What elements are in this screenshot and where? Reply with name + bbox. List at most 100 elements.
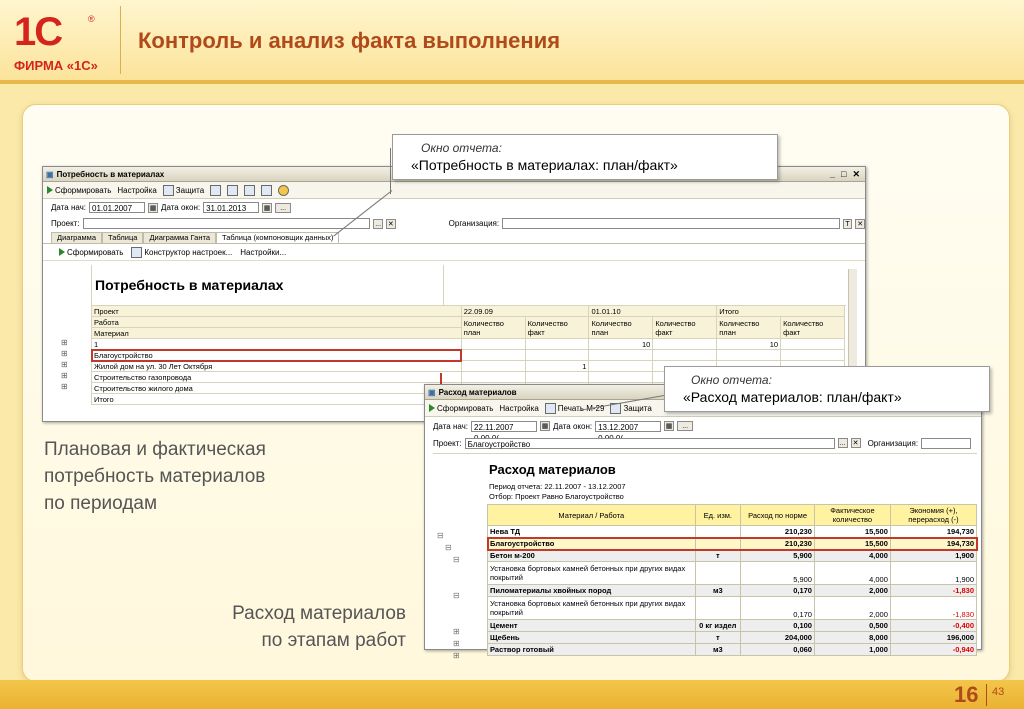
header-project: Проект [91,305,462,317]
protection-icon [162,184,174,196]
table-row-highlighted[interactable]: Благоустройство 210,230 15,500 194,730 [486,536,978,551]
project-field[interactable]: Благоустройство [464,437,835,449]
collapse-icon[interactable]: ⊟ [437,590,460,602]
maximize-icon[interactable]: □ [841,169,846,180]
window-toolbar: Сформировать Настройка Защита [43,182,865,199]
tab-gantt[interactable]: Диаграмма Ганта [143,232,216,243]
expand-icon[interactable]: ⊞ [61,337,68,348]
date-end-field[interactable]: 31.01.2013 [203,202,260,213]
collapse-icon[interactable]: ⊟ [437,530,460,542]
expand-icon[interactable]: ⊞ [61,348,68,359]
table-row[interactable]: Установка бортовых камней бетонных при д… [487,596,978,620]
sub-toolbar: Сформировать Конструктор настроек... Нас… [43,243,865,261]
calendar-icon[interactable]: ▦ [148,202,159,213]
clear-icon[interactable]: ✕ [850,438,861,448]
page-total: 43 [992,686,1005,698]
calendar-icon[interactable]: ▦ [262,202,273,213]
help-icon[interactable] [278,184,290,196]
project-field[interactable] [82,218,371,229]
close-icon[interactable]: ✕ [852,169,860,180]
export-icon[interactable] [261,184,273,196]
select-button[interactable]: ... [837,438,848,448]
expand-icon[interactable]: ⊞ [437,626,460,638]
report-title: Расход материалов [489,462,616,477]
table-row[interactable]: Цемент 0 кг издел 0,100 0,500 -0,400 [487,619,978,632]
row-norm: 5,900 [740,549,815,562]
tab-table[interactable]: Таблица [102,232,144,243]
consumption-table: Материал / Работа Ед. изм. Расход по нор… [486,504,978,656]
table-row[interactable]: Щебень т 204,000 8,000 196,000 [487,631,978,644]
table-row[interactable]: 1 10 10 [91,338,845,350]
report-title-cell: Потребность в материалах [91,265,443,306]
row-diff: -1,830 [889,584,978,597]
type-icon[interactable]: T [842,218,853,229]
callout-pointer-line [390,148,391,194]
project-row: Проект: ... ✕ Организация: T ✕ [43,216,866,231]
row-label: 1 [91,338,462,350]
expand-icon[interactable]: ⊞ [437,650,460,662]
header-material: Материал [91,327,462,339]
table-row[interactable]: Установка бортовых камней бетонных при д… [487,561,978,585]
page-separator [986,684,987,706]
cell-value: 10 [588,338,654,350]
row-unit: т [694,549,742,562]
row-name: Благоустройство [487,537,696,550]
period-select-button[interactable]: ... [677,421,694,431]
collapse-icon[interactable]: ⊟ [437,554,460,566]
date-start-field[interactable]: 01.01.2007 [89,202,146,213]
print-icon[interactable] [227,184,239,196]
generate-button[interactable]: Сформировать [47,186,111,195]
slide-footer [0,680,1024,709]
row-diff: -0,940 [889,643,978,656]
preview-icon[interactable] [244,184,256,196]
collapse-icon[interactable]: ⊟ [437,542,460,554]
expand-icon[interactable]: ⊞ [61,359,68,370]
row-unit: 0 кг издел [694,619,742,632]
expand-icon[interactable]: ⊞ [61,381,68,392]
org-field[interactable] [502,218,840,229]
date-row: Дата нач: 22.11.2007 0.00.0( ▦ Дата окон… [425,417,981,443]
tab-diagram[interactable]: Диаграмма [51,232,103,243]
table-row[interactable]: Пиломатериалы хвойных пород м3 0,170 2,000… [487,584,978,597]
date-end-field[interactable]: 13.12.2007 0.00.0( [595,420,662,443]
settings-dialog-button[interactable]: Настройки... [240,248,286,257]
table-row[interactable]: Благоустройство [90,348,845,362]
cell-value: 10 [716,338,782,350]
table-row[interactable]: Бетон м-200 т 5,900 4,000 1,900 [487,549,978,562]
period-2-header: 01.01.10 [588,305,718,317]
expand-icon[interactable]: ⊞ [437,638,460,650]
description-line: по периодам [44,493,158,514]
cell-value: 1 [524,360,590,372]
project-label: Проект: [433,438,462,448]
generate-button[interactable]: Сформировать [429,404,493,413]
date-start-field[interactable]: 22.11.2007 0.00.0( [471,420,538,443]
expand-icon[interactable]: ⊞ [61,370,68,381]
row-name: Пиломатериалы хвойных пород [487,584,696,597]
project-label: Проект: [51,219,80,228]
select-button[interactable]: ... [373,218,383,229]
row-norm: 0,100 [740,619,815,632]
row-unit: м3 [694,584,742,597]
row-fact: 2,000 [813,596,891,620]
settings-constructor-button[interactable]: Конструктор настроек... [131,246,232,258]
table-icon[interactable] [210,184,222,196]
period-select-button[interactable]: ... [275,202,292,213]
row-name: Цемент [487,619,696,632]
calendar-icon[interactable]: ▦ [540,421,551,431]
period-1-header: 22.09.09 [460,305,590,317]
sub-generate-button[interactable]: Сформировать [59,248,123,257]
table-row[interactable]: Нева ТД 210,230 15,500 194,730 [487,525,978,538]
row-name: Бетон м-200 [487,549,696,562]
clear-icon[interactable]: ✕ [855,218,866,229]
settings-button[interactable]: Настройка [499,404,538,413]
calendar-icon[interactable]: ▦ [664,421,675,431]
org-field[interactable] [921,437,972,449]
tab-table-composer[interactable]: Таблица (компоновщик данных) [216,232,340,243]
settings-button[interactable]: Настройка [117,186,156,195]
callout-needs-report: Окно отчета: «Потребность в материалах: … [392,134,778,180]
table-row[interactable]: Раствор готовый м3 0,060 1,000 -0,940 [487,643,978,656]
clear-icon[interactable]: ✕ [385,218,396,229]
protection-button[interactable]: Защита [162,184,204,196]
callout-caption: Окно отчета: [421,141,502,155]
minimize-icon[interactable]: _ [830,169,835,180]
